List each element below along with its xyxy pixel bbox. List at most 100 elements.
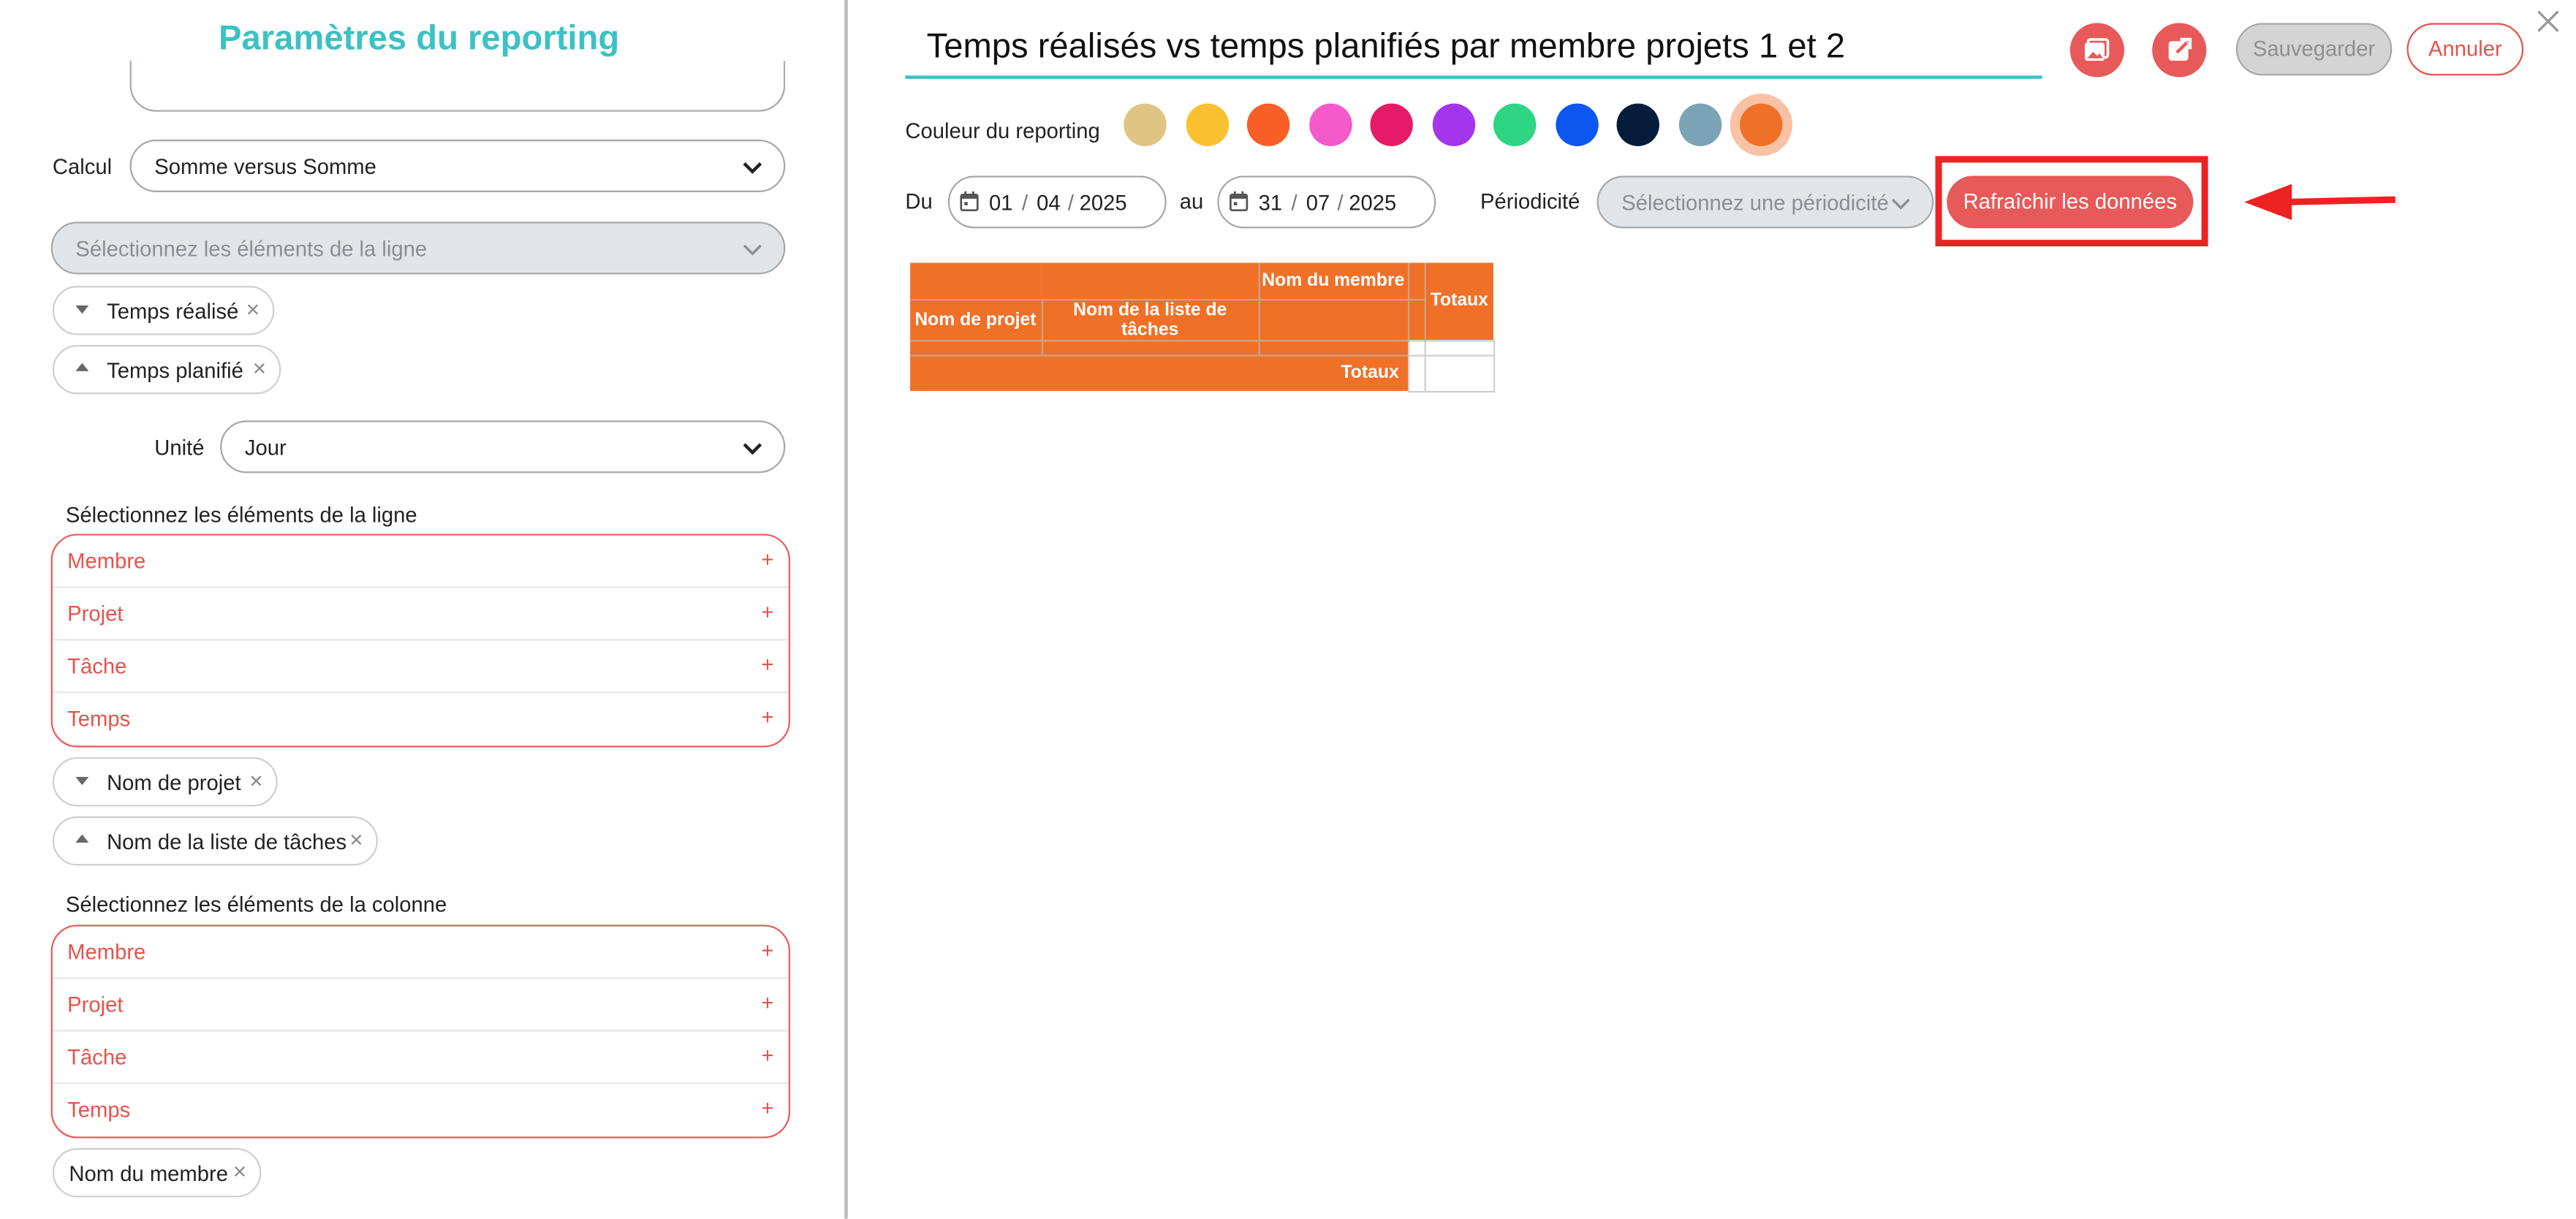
cols-option[interactable]: Projet +: [52, 979, 789, 1032]
sort-asc-icon[interactable]: [75, 362, 89, 371]
report-table: Nom du membre Totaux Nom de projet Nom d…: [910, 262, 1495, 392]
line-elements-select[interactable]: Sélectionnez les éléments de la ligne: [50, 221, 786, 275]
color-swatch[interactable]: [1493, 103, 1537, 147]
row-chip[interactable]: Nom de projet ×: [52, 757, 278, 807]
option-label: Tâche: [67, 1044, 127, 1070]
sort-desc-icon[interactable]: [75, 777, 89, 786]
unit-label: Unité: [154, 435, 205, 460]
report-title-input[interactable]: Temps réalisés vs temps planifiés par me…: [905, 28, 2042, 79]
calc-value: Somme versus Somme: [154, 154, 376, 179]
highlight-box: [1935, 156, 2208, 247]
period-select[interactable]: Sélectionnez une périodicité: [1596, 175, 1934, 229]
color-swatch[interactable]: [1246, 103, 1290, 147]
cols-option[interactable]: Tâche +: [52, 1031, 789, 1085]
add-icon[interactable]: +: [762, 705, 774, 729]
remove-icon[interactable]: ×: [246, 296, 260, 322]
color-swatch[interactable]: [1431, 103, 1475, 147]
totals-row-label: Totaux: [910, 354, 1409, 391]
report-main: Temps réalisés vs temps planifiés par me…: [848, 0, 2576, 1219]
image-icon: [2085, 38, 2110, 61]
cols-options-list: Membre + Projet + Tâche + Temps +: [50, 924, 791, 1139]
line-elements-placeholder: Sélectionnez les éléments de la ligne: [75, 236, 428, 262]
sort-asc-icon[interactable]: [75, 834, 89, 843]
rows-option[interactable]: Temps +: [53, 693, 789, 745]
share-button[interactable]: [2152, 23, 2207, 77]
option-label: Membre: [67, 939, 146, 965]
sort-desc-icon[interactable]: [75, 305, 89, 314]
color-swatch[interactable]: [1555, 103, 1598, 147]
cols-section-label: Sélectionnez les éléments de la colonne: [65, 892, 447, 917]
chip-label: Temps réalisé: [107, 299, 239, 324]
save-button[interactable]: Sauvegarder: [2235, 23, 2393, 76]
unit-value: Jour: [244, 435, 287, 460]
to-day: 31: [1258, 190, 1283, 216]
row-header: Nom de projet: [910, 297, 1043, 341]
share-icon: [2168, 37, 2192, 61]
add-icon[interactable]: +: [762, 1095, 774, 1120]
add-icon[interactable]: +: [762, 990, 774, 1015]
export-image-button[interactable]: [2069, 23, 2125, 77]
color-label: Couleur du reporting: [905, 118, 1100, 143]
col-chip[interactable]: Nom du membre ×: [52, 1148, 262, 1198]
color-swatch[interactable]: [1308, 103, 1352, 147]
column-header: Nom du membre: [1258, 262, 1409, 300]
date-separator: /: [1337, 190, 1344, 216]
add-icon[interactable]: +: [762, 599, 774, 624]
chevron-down-icon: [1891, 198, 1910, 210]
color-swatch[interactable]: [1616, 103, 1659, 147]
from-date-input[interactable]: 01 / 04 / 2025: [947, 175, 1167, 229]
to-date-input[interactable]: 31 / 07 / 2025: [1217, 175, 1436, 229]
to-month: 07: [1306, 190, 1330, 216]
remove-icon[interactable]: ×: [349, 826, 363, 852]
close-icon[interactable]: [2534, 7, 2563, 36]
add-icon[interactable]: +: [762, 938, 774, 962]
date-separator: /: [1291, 190, 1298, 216]
add-icon[interactable]: +: [762, 652, 774, 677]
report-title-text: Temps réalisés vs temps planifiés par me…: [926, 28, 1846, 66]
add-icon[interactable]: +: [762, 1043, 774, 1068]
calc-select[interactable]: Somme versus Somme: [129, 140, 786, 192]
calendar-icon: [1230, 191, 1249, 212]
period-label: Périodicité: [1480, 189, 1580, 214]
rows-option[interactable]: Projet +: [52, 588, 789, 641]
color-swatch[interactable]: [1185, 103, 1229, 147]
chip-label: Temps planifié: [107, 357, 243, 383]
cancel-button[interactable]: Annuler: [2406, 23, 2524, 76]
color-swatch[interactable]: [1370, 103, 1413, 147]
rows-option[interactable]: Tâche +: [52, 641, 789, 694]
unit-select[interactable]: Jour: [220, 420, 786, 474]
measure-chip[interactable]: Temps réalisé ×: [52, 286, 275, 335]
chevron-down-icon: [743, 162, 762, 175]
color-swatch[interactable]: [1678, 103, 1721, 147]
rows-option[interactable]: Membre +: [52, 536, 789, 588]
chevron-down-icon: [743, 244, 762, 256]
remove-icon[interactable]: ×: [253, 354, 266, 381]
option-label: Temps: [67, 706, 131, 732]
chip-label: Nom de la liste de tâches: [107, 829, 347, 854]
cols-option[interactable]: Membre +: [52, 927, 789, 979]
to-label: au: [1179, 189, 1204, 214]
remove-icon[interactable]: ×: [233, 1158, 246, 1184]
color-swatch[interactable]: [1124, 103, 1167, 147]
date-separator: /: [1067, 190, 1075, 216]
chip-label: Nom du membre: [69, 1161, 228, 1186]
arrow-left-icon: [2244, 183, 2395, 221]
from-day: 01: [988, 190, 1013, 216]
from-year: 2025: [1079, 190, 1127, 216]
period-placeholder: Sélectionnez une périodicité: [1621, 190, 1889, 216]
measure-chip[interactable]: Temps planifié ×: [52, 344, 281, 395]
option-label: Tâche: [67, 653, 127, 679]
color-swatch[interactable]: [1740, 103, 1783, 147]
add-icon[interactable]: +: [762, 547, 774, 571]
date-separator: /: [1021, 190, 1028, 216]
cols-option[interactable]: Temps +: [53, 1084, 789, 1136]
row-header: Nom de la liste de tâches: [1041, 297, 1259, 341]
calc-label: Calcul: [52, 154, 113, 179]
from-label: Du: [905, 189, 933, 214]
to-year: 2025: [1349, 190, 1397, 216]
option-label: Membre: [67, 548, 146, 574]
rows-options-list: Membre + Projet + Tâche + Temps +: [50, 533, 791, 748]
remove-icon[interactable]: ×: [249, 767, 262, 794]
row-chip[interactable]: Nom de la liste de tâches ×: [52, 816, 378, 866]
scrolled-field[interactable]: [129, 61, 786, 112]
